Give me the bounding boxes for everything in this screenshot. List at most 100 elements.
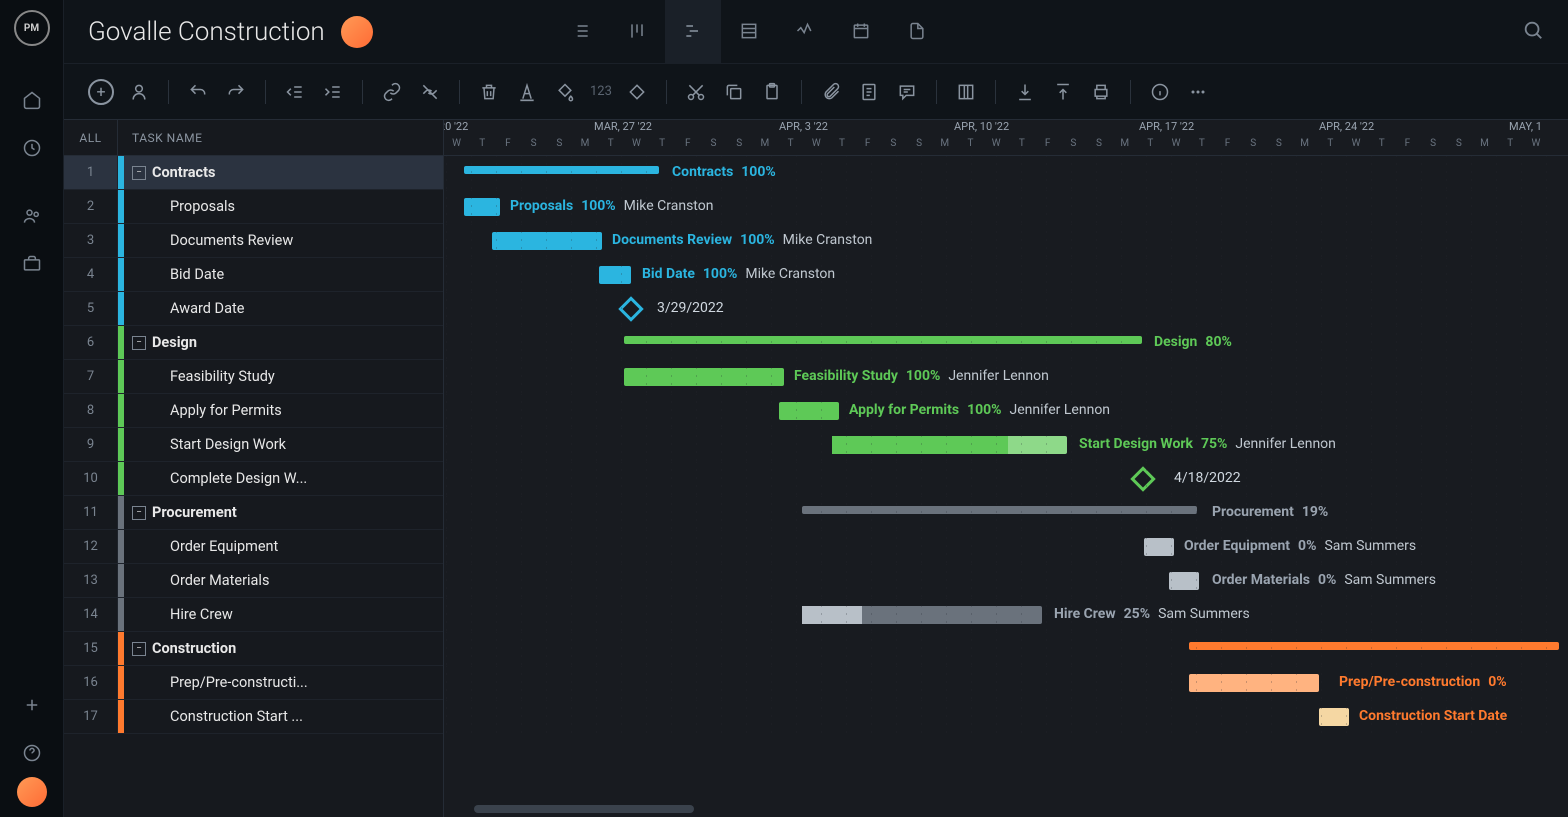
- app-logo[interactable]: PM: [14, 10, 50, 46]
- nav-add-icon[interactable]: [14, 687, 50, 723]
- gantt-row[interactable]: Order Equipment0%Sam Summers: [444, 530, 1568, 564]
- gantt-body[interactable]: Contracts100%Proposals100%Mike CranstonD…: [444, 156, 1568, 734]
- nav-portfolio-icon[interactable]: [14, 246, 50, 282]
- task-bar[interactable]: [1169, 572, 1199, 590]
- task-row[interactable]: 2Proposals: [64, 190, 443, 224]
- nav-team-icon[interactable]: [14, 198, 50, 234]
- gantt-row[interactable]: Documents Review100%Mike Cranston: [444, 224, 1568, 258]
- task-bar[interactable]: [779, 402, 839, 420]
- gantt-row[interactable]: Hire Crew25%Sam Summers: [444, 598, 1568, 632]
- undo-icon[interactable]: [181, 75, 215, 109]
- horizontal-scrollbar[interactable]: [474, 805, 694, 813]
- gantt-row[interactable]: [444, 632, 1568, 666]
- attachment-icon[interactable]: [814, 75, 848, 109]
- task-bar[interactable]: [624, 368, 784, 386]
- text-color-icon[interactable]: [510, 75, 544, 109]
- gantt-row[interactable]: Contracts100%: [444, 156, 1568, 190]
- columns-icon[interactable]: [949, 75, 983, 109]
- task-row[interactable]: 16Prep/Pre-constructi...: [64, 666, 443, 700]
- notes-icon[interactable]: [852, 75, 886, 109]
- milestone-marker[interactable]: [1130, 466, 1155, 491]
- milestone-icon[interactable]: [620, 75, 654, 109]
- task-row[interactable]: 11−Procurement: [64, 496, 443, 530]
- copy-icon[interactable]: [717, 75, 751, 109]
- project-owner-avatar[interactable]: [341, 16, 373, 48]
- task-row[interactable]: 13Order Materials: [64, 564, 443, 598]
- add-task-icon[interactable]: +: [84, 75, 118, 109]
- import-icon[interactable]: [1008, 75, 1042, 109]
- user-avatar[interactable]: [17, 777, 47, 807]
- task-bar[interactable]: [464, 198, 500, 216]
- gantt-row[interactable]: Order Materials0%Sam Summers: [444, 564, 1568, 598]
- outdent-icon[interactable]: [278, 75, 312, 109]
- task-row[interactable]: 14Hire Crew: [64, 598, 443, 632]
- view-calendar-icon[interactable]: [833, 0, 889, 64]
- gantt-row[interactable]: 3/29/2022: [444, 292, 1568, 326]
- unlink-icon[interactable]: [413, 75, 447, 109]
- nav-recent-icon[interactable]: [14, 130, 50, 166]
- task-row[interactable]: 7Feasibility Study: [64, 360, 443, 394]
- more-icon[interactable]: [1181, 75, 1215, 109]
- gantt-row[interactable]: Construction Start Date: [444, 700, 1568, 734]
- nav-help-icon[interactable]: [14, 735, 50, 771]
- gantt-row[interactable]: 4/18/2022: [444, 462, 1568, 496]
- task-bar[interactable]: [1189, 674, 1319, 692]
- task-bar[interactable]: [832, 436, 1067, 454]
- view-board-icon[interactable]: [609, 0, 665, 64]
- print-icon[interactable]: [1084, 75, 1118, 109]
- task-row[interactable]: 15−Construction: [64, 632, 443, 666]
- task-bar[interactable]: [1144, 538, 1174, 556]
- task-row[interactable]: 17Construction Start ...: [64, 700, 443, 734]
- collapse-icon[interactable]: −: [132, 336, 146, 350]
- gantt-row[interactable]: Feasibility Study100%Jennifer Lennon: [444, 360, 1568, 394]
- task-row[interactable]: 3Documents Review: [64, 224, 443, 258]
- task-bar[interactable]: [802, 606, 1042, 624]
- collapse-icon[interactable]: −: [132, 642, 146, 656]
- task-bar[interactable]: [599, 266, 631, 284]
- summary-bar[interactable]: [802, 506, 1197, 514]
- task-bar[interactable]: [1319, 708, 1349, 726]
- task-row[interactable]: 9Start Design Work: [64, 428, 443, 462]
- gantt-row[interactable]: Start Design Work75%Jennifer Lennon: [444, 428, 1568, 462]
- link-icon[interactable]: [375, 75, 409, 109]
- gantt-chart[interactable]: , 20 '22MAR, 27 '22APR, 3 '22APR, 10 '22…: [444, 120, 1568, 817]
- collapse-icon[interactable]: −: [132, 166, 146, 180]
- gantt-row[interactable]: Design80%: [444, 326, 1568, 360]
- view-files-icon[interactable]: [889, 0, 945, 64]
- collapse-icon[interactable]: −: [132, 506, 146, 520]
- task-row[interactable]: 4Bid Date: [64, 258, 443, 292]
- task-row[interactable]: 6−Design: [64, 326, 443, 360]
- delete-icon[interactable]: [472, 75, 506, 109]
- info-icon[interactable]: [1143, 75, 1177, 109]
- assign-icon[interactable]: [122, 75, 156, 109]
- summary-bar[interactable]: [624, 336, 1142, 344]
- task-row[interactable]: 10Complete Design W...: [64, 462, 443, 496]
- summary-bar[interactable]: [464, 166, 659, 174]
- search-icon[interactable]: [1522, 19, 1544, 45]
- view-dashboard-icon[interactable]: [777, 0, 833, 64]
- view-list-icon[interactable]: [553, 0, 609, 64]
- paste-icon[interactable]: [755, 75, 789, 109]
- task-row[interactable]: 8Apply for Permits: [64, 394, 443, 428]
- gantt-row[interactable]: Apply for Permits100%Jennifer Lennon: [444, 394, 1568, 428]
- nav-home-icon[interactable]: [14, 82, 50, 118]
- gantt-row[interactable]: Prep/Pre-construction0%: [444, 666, 1568, 700]
- redo-icon[interactable]: [219, 75, 253, 109]
- indent-icon[interactable]: [316, 75, 350, 109]
- task-row[interactable]: 5Award Date: [64, 292, 443, 326]
- gantt-row[interactable]: Procurement19%: [444, 496, 1568, 530]
- gantt-row[interactable]: Bid Date100%Mike Cranston: [444, 258, 1568, 292]
- summary-bar[interactable]: [1189, 642, 1559, 650]
- task-row[interactable]: 1−Contracts: [64, 156, 443, 190]
- col-all-header[interactable]: ALL: [64, 120, 118, 155]
- view-sheet-icon[interactable]: [721, 0, 777, 64]
- view-gantt-icon[interactable]: [665, 0, 721, 64]
- gantt-row[interactable]: Proposals100%Mike Cranston: [444, 190, 1568, 224]
- export-icon[interactable]: [1046, 75, 1080, 109]
- comment-icon[interactable]: [890, 75, 924, 109]
- col-name-header[interactable]: TASK NAME: [118, 131, 202, 145]
- milestone-marker[interactable]: [618, 296, 643, 321]
- task-bar[interactable]: [492, 232, 602, 250]
- task-row[interactable]: 12Order Equipment: [64, 530, 443, 564]
- fill-color-icon[interactable]: [548, 75, 582, 109]
